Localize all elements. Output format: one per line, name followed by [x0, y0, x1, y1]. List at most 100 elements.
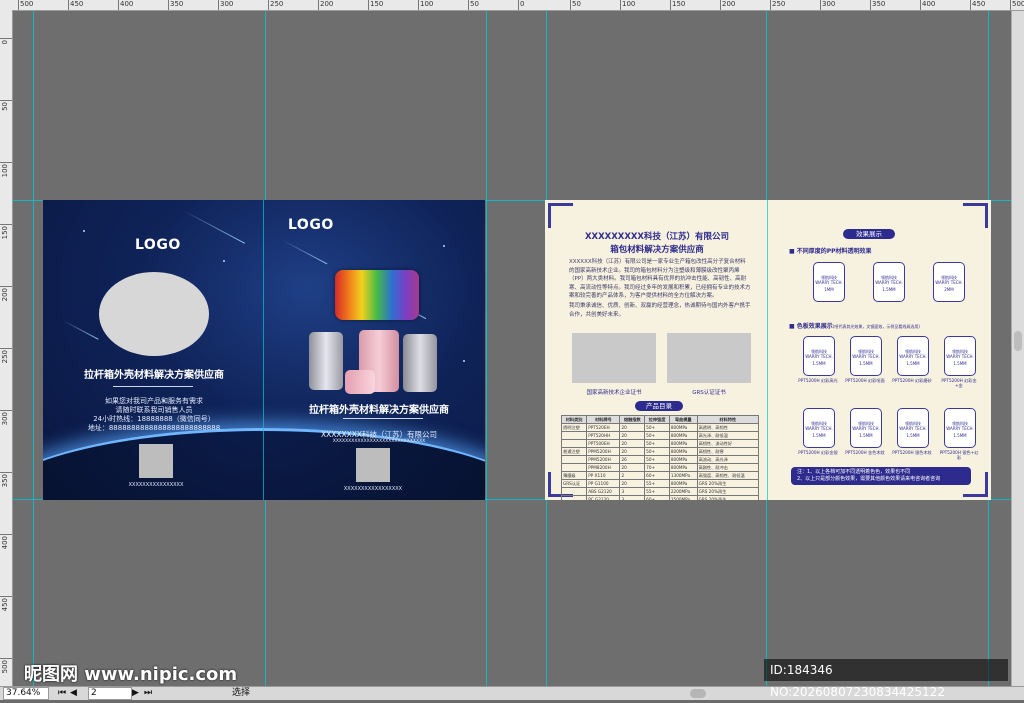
color-sample-card[interactable]: 领航科技 WARRY TECH. 1.5MM	[944, 336, 976, 376]
table-cell: ABS G2120	[586, 487, 621, 496]
ruler-label: 150	[1, 226, 9, 240]
ruler-tick	[870, 0, 871, 10]
horizontal-ruler[interactable]: 500 450 400 350 300 250 200 150 100 50 0 50 100 150 20…	[0, 0, 1024, 11]
table-cell: PPM8200H	[586, 463, 621, 472]
next-page-icon[interactable]: ▶	[132, 687, 139, 700]
table-cell: 高流动、高光泽	[696, 455, 760, 464]
cert-caption: GRS认证证书	[692, 390, 726, 396]
table-cell: 2	[619, 471, 646, 480]
table-cell: 1300MPa	[668, 471, 698, 480]
table-header-cell: 材料牌号	[586, 415, 621, 424]
scroll-thumb[interactable]	[1014, 331, 1022, 351]
meteor-decoration	[282, 240, 328, 265]
ruler-label: 300	[1, 412, 9, 426]
cover-spread[interactable]: LOGO 拉杆箱外壳材料解决方案供应商 如果您对我司产品和服务有需求 请随时联系…	[43, 200, 485, 500]
certificate-image-placeholder[interactable]	[667, 333, 751, 383]
thickness-sample-card[interactable]: 领航科技 WARRY TECH. 2MM	[933, 262, 965, 302]
ruler-tick	[570, 0, 571, 10]
thickness-sample-card[interactable]: 领航科技 WARRY TECH. 1.5MM	[873, 262, 905, 302]
card-thickness: 1.5MM	[812, 433, 826, 438]
inner-spread[interactable]: XXXXXXXXX科技（江苏）有限公司 箱包材料解决方案供应商 XXXXXX科技…	[545, 200, 991, 500]
ruler-label: 50	[470, 0, 479, 8]
ruler-label: 400	[1, 536, 9, 550]
note-bar: 注：1、以上各档可加不同透明着色色，效果也不同 2、以上只是部分颜色效果，需要其…	[791, 467, 971, 485]
table-cell	[560, 495, 588, 500]
table-row: 普通注塑 PPM5200H 20 50+ 800MPa 高韧性、耐寒	[560, 447, 760, 456]
front-title: 拉杆箱外壳材料解决方案供应商	[309, 405, 449, 416]
vanity-case-pink-image[interactable]	[345, 370, 375, 394]
color-sample-card[interactable]: 领航科技 WARRY TECH. 1.5MM	[944, 408, 976, 448]
ruler-label: 500	[1, 660, 9, 674]
table-row: PPM8200H 20 70+ 800MPa 高刚性、耐冲击	[560, 463, 760, 472]
color-sample-card[interactable]: 领航科技 WARRY TECH. 1.5MM	[850, 336, 882, 376]
guide-line[interactable]	[486, 11, 487, 686]
zoom-field[interactable]: 37.64%	[3, 687, 49, 700]
ruler-label: 250	[772, 0, 786, 8]
ruler-tick	[720, 0, 721, 10]
table-cell: 3	[619, 487, 646, 496]
table-cell	[560, 455, 588, 464]
image-placeholder[interactable]	[99, 272, 209, 356]
card-caption: PPT5200H 幻彩哑面	[845, 378, 885, 383]
first-page-icon[interactable]: ⏮	[58, 687, 66, 700]
last-page-icon[interactable]: ⏭	[144, 687, 152, 700]
certificate-image-placeholder[interactable]	[572, 333, 656, 383]
thickness-sample-card[interactable]: 领航科技 WARRY TECH. 1MM	[813, 262, 845, 302]
ruler-tick	[0, 658, 12, 659]
ruler-tick	[168, 0, 169, 10]
table-cell: 800MPa	[668, 431, 698, 440]
color-sample-card[interactable]: 领航科技 WARRY TECH. 1.5MM	[897, 408, 929, 448]
table-cell: PPM5200H	[586, 455, 621, 464]
ruler-tick	[268, 0, 269, 10]
table-cell: 50+	[644, 447, 670, 456]
ruler-tick	[970, 0, 971, 10]
ruler-tick	[68, 0, 69, 10]
qr-code-placeholder[interactable]	[139, 444, 173, 478]
card-brand: 领航科技 WARRY TECH.	[946, 421, 974, 431]
company-subtitle: 箱包材料解决方案供应商	[610, 245, 704, 255]
ruler-tick	[920, 0, 921, 10]
vertical-ruler[interactable]: 0 50 100 150 200 250 300 350 400 450 500	[0, 10, 13, 686]
suitcase-grey-image[interactable]	[403, 334, 437, 392]
ruler-tick	[468, 0, 469, 10]
product-table: 材料类别 材料牌号 熔融指数 拉伸强度 弯曲模量 材料特性 透明注塑 PPT520EH 20 5…	[560, 415, 760, 500]
table-cell: 2200MPa	[668, 487, 698, 496]
ruler-label: 500	[20, 0, 34, 8]
table-cell: 3	[619, 495, 646, 500]
suitcase-silver-image[interactable]	[309, 332, 343, 390]
color-sample-card[interactable]: 领航科技 WARRY TECH. 1.5MM	[803, 408, 835, 448]
ruler-tick	[18, 0, 19, 10]
table-row: PPT520HH 20 50+ 800MPa 高光泽、耐低温	[560, 431, 760, 440]
table-cell: 高光泽、耐低温	[696, 431, 760, 440]
horizontal-scroll-thumb[interactable]	[690, 689, 706, 698]
card-brand: 领航科技 WARRY TECH.	[935, 275, 963, 285]
address: 地址：8888888888888888888888888	[87, 424, 221, 432]
color-sample-card[interactable]: 领航科技 WARRY TECH. 1.5MM	[850, 408, 882, 448]
table-cell: 50+	[644, 439, 670, 448]
ruler-tick	[368, 0, 369, 10]
table-header-row: 材料类别 材料牌号 熔融指数 拉伸强度 弯曲模量 材料特性	[560, 415, 760, 424]
star-decoration	[83, 230, 85, 232]
table-cell: PPM5200H	[586, 447, 621, 456]
vertical-scrollbar[interactable]	[1011, 11, 1024, 686]
card-caption: PPT5200H 幻彩磨砂	[892, 378, 932, 383]
catalog-badge: 产品目录	[635, 401, 683, 411]
ruler-label: 450	[1, 598, 9, 612]
ruler-tick	[318, 0, 319, 10]
canvas-workspace[interactable]: LOGO 拉杆箱外壳材料解决方案供应商 如果您对我司产品和服务有需求 请随时联系…	[13, 11, 1011, 686]
table-cell: PPT520EH	[586, 423, 621, 432]
color-sample-card[interactable]: 领航科技 WARRY TECH. 1.5MM	[897, 336, 929, 376]
prev-page-icon[interactable]: ◀	[70, 687, 77, 700]
table-cell: 高强度、高韧性、耐低温	[696, 471, 760, 480]
guide-line[interactable]	[33, 11, 34, 686]
page-number-field[interactable]: 2	[88, 687, 132, 700]
table-cell: 20	[619, 447, 646, 456]
ruler-tick	[0, 286, 12, 287]
ruler-tick	[620, 0, 621, 10]
table-cell: 55+	[644, 487, 670, 496]
ruler-label: 100	[420, 0, 434, 8]
ruler-tick	[0, 100, 12, 101]
qr-code-placeholder[interactable]	[356, 448, 390, 482]
color-granules-image[interactable]	[335, 270, 419, 320]
color-sample-card[interactable]: 领航科技 WARRY TECH. 1.5MM	[803, 336, 835, 376]
